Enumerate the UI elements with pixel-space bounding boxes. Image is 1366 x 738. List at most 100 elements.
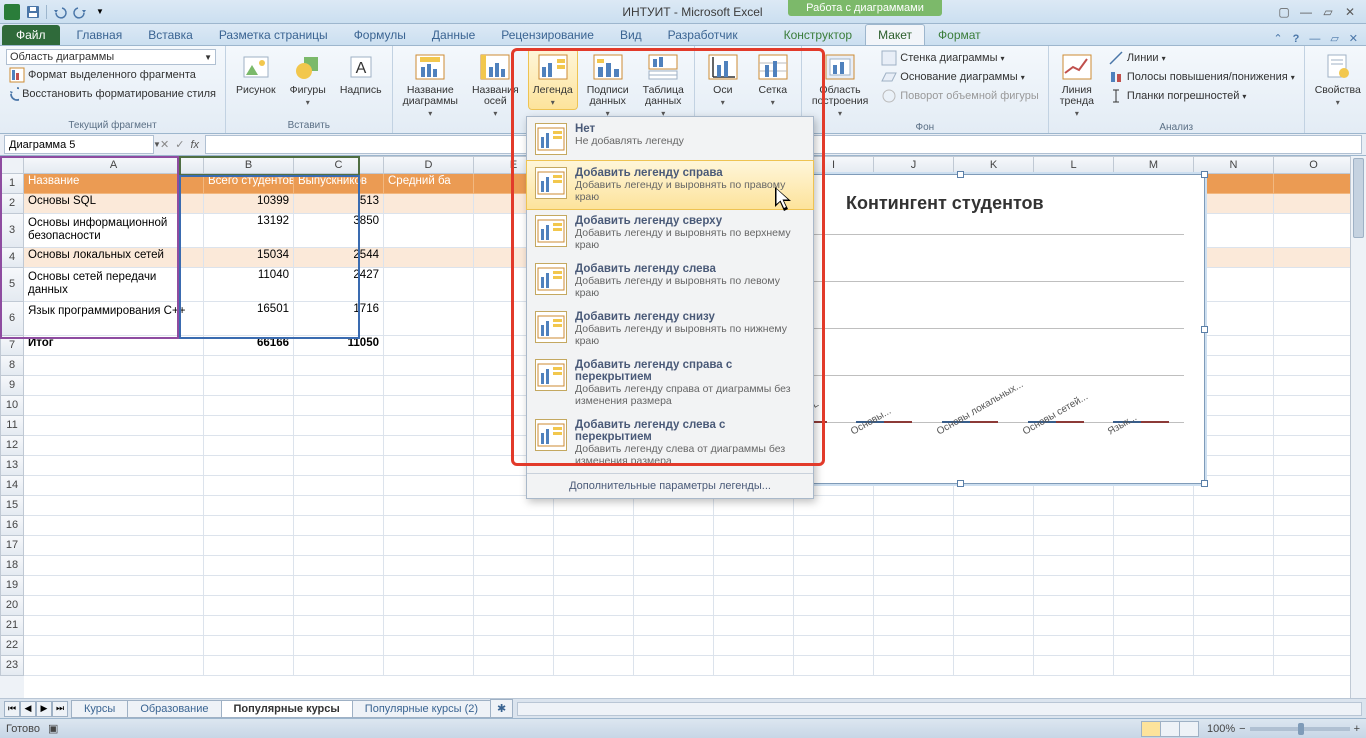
cell[interactable]	[714, 556, 794, 576]
cell[interactable]: 513	[294, 194, 384, 214]
cell[interactable]	[1114, 536, 1194, 556]
cell[interactable]	[1114, 516, 1194, 536]
cell[interactable]	[714, 536, 794, 556]
cell[interactable]	[384, 302, 474, 336]
cell[interactable]	[1274, 396, 1354, 416]
cell[interactable]	[1194, 248, 1274, 268]
cell[interactable]	[1114, 496, 1194, 516]
cell[interactable]	[794, 616, 874, 636]
cell[interactable]	[294, 376, 384, 396]
close-icon[interactable]: ✕	[1342, 5, 1358, 19]
cell[interactable]	[384, 214, 474, 248]
cell[interactable]	[794, 636, 874, 656]
cell[interactable]	[714, 496, 794, 516]
cell[interactable]	[874, 616, 954, 636]
cell[interactable]	[204, 596, 294, 616]
cell[interactable]	[1194, 194, 1274, 214]
legend-more-options[interactable]: Дополнительные параметры легенды...	[527, 473, 813, 498]
cell[interactable]	[24, 376, 204, 396]
cell[interactable]	[1194, 556, 1274, 576]
legend-option[interactable]: НетНе добавлять легенду	[527, 117, 813, 161]
legend-option[interactable]: Добавить легенду сверхуДобавить легенду …	[527, 209, 813, 257]
col-header[interactable]: C	[294, 156, 384, 174]
cell[interactable]	[24, 596, 204, 616]
cell[interactable]	[634, 556, 714, 576]
legend-option[interactable]: Добавить легенду справаДобавить легенду …	[527, 161, 813, 209]
cell[interactable]	[474, 656, 554, 676]
cell[interactable]	[1274, 248, 1354, 268]
cell[interactable]	[474, 496, 554, 516]
cell[interactable]	[384, 536, 474, 556]
row-header[interactable]: 16	[0, 516, 24, 536]
cell[interactable]	[874, 556, 954, 576]
trendline-button[interactable]: Линия тренда▾	[1055, 49, 1099, 120]
cell[interactable]	[384, 616, 474, 636]
cell[interactable]	[1034, 576, 1114, 596]
row-header[interactable]: 4	[0, 248, 24, 268]
undo-icon[interactable]	[51, 3, 69, 21]
axes-button[interactable]: Оси▾	[701, 49, 745, 109]
cell[interactable]	[294, 616, 384, 636]
cell[interactable]	[384, 496, 474, 516]
cell[interactable]	[24, 636, 204, 656]
cell[interactable]	[294, 636, 384, 656]
zoom-level[interactable]: 100%	[1207, 723, 1235, 735]
cell[interactable]: Основы информационной безопасности	[24, 214, 204, 248]
cell[interactable]	[954, 556, 1034, 576]
chart-title-button[interactable]: Название диаграммы▾	[399, 49, 462, 120]
tab-Данные[interactable]: Данные	[419, 24, 488, 45]
cell[interactable]	[1194, 656, 1274, 676]
cell[interactable]	[474, 616, 554, 636]
row-header[interactable]: 3	[0, 214, 24, 248]
cell[interactable]	[954, 576, 1034, 596]
cell[interactable]	[874, 656, 954, 676]
cell[interactable]	[1274, 496, 1354, 516]
cell[interactable]	[1274, 376, 1354, 396]
cell[interactable]: 2544	[294, 248, 384, 268]
3d-rotation-button[interactable]: Поворот объемной фигуры	[878, 87, 1042, 105]
cell[interactable]	[1274, 636, 1354, 656]
cell[interactable]	[874, 636, 954, 656]
cell[interactable]	[1034, 536, 1114, 556]
cell[interactable]	[474, 636, 554, 656]
cell[interactable]	[1034, 616, 1114, 636]
cell[interactable]	[634, 656, 714, 676]
legend-option[interactable]: Добавить легенду снизуДобавить легенду и…	[527, 305, 813, 353]
file-tab[interactable]: Файл	[2, 25, 60, 45]
cell[interactable]	[794, 556, 874, 576]
legend-button[interactable]: Легенда▾	[529, 49, 577, 109]
row-header[interactable]: 19	[0, 576, 24, 596]
cell[interactable]	[24, 416, 204, 436]
minimize-ribbon-icon[interactable]: ▢	[1276, 5, 1292, 19]
row-header[interactable]: 23	[0, 656, 24, 676]
cell[interactable]	[1034, 636, 1114, 656]
cell[interactable]: 15034	[204, 248, 294, 268]
cell[interactable]	[1034, 496, 1114, 516]
cell[interactable]	[954, 596, 1034, 616]
cell[interactable]	[794, 576, 874, 596]
cell[interactable]	[384, 268, 474, 302]
cell[interactable]	[1114, 616, 1194, 636]
minimize-icon[interactable]: —	[1298, 5, 1314, 19]
cell[interactable]	[24, 456, 204, 476]
cell[interactable]	[204, 456, 294, 476]
cell[interactable]	[204, 576, 294, 596]
tab-Макет[interactable]: Макет	[865, 24, 925, 45]
cell[interactable]	[1114, 656, 1194, 676]
cell[interactable]	[554, 536, 634, 556]
cell[interactable]	[1274, 214, 1354, 248]
cell[interactable]	[204, 416, 294, 436]
cell[interactable]: 66166	[204, 336, 294, 356]
cell[interactable]	[794, 516, 874, 536]
cell[interactable]	[1194, 436, 1274, 456]
cell[interactable]	[794, 656, 874, 676]
row-header[interactable]: 5	[0, 268, 24, 302]
cell[interactable]	[1114, 556, 1194, 576]
chart-floor-button[interactable]: Основание диаграммы ▾	[878, 68, 1042, 86]
tab-Формат[interactable]: Формат	[925, 24, 994, 45]
cell[interactable]	[1274, 174, 1354, 194]
legend-option[interactable]: Добавить легенду слева с перекрытиемДоба…	[527, 413, 813, 473]
cell[interactable]	[714, 596, 794, 616]
cell[interactable]	[634, 496, 714, 516]
cell[interactable]	[554, 496, 634, 516]
